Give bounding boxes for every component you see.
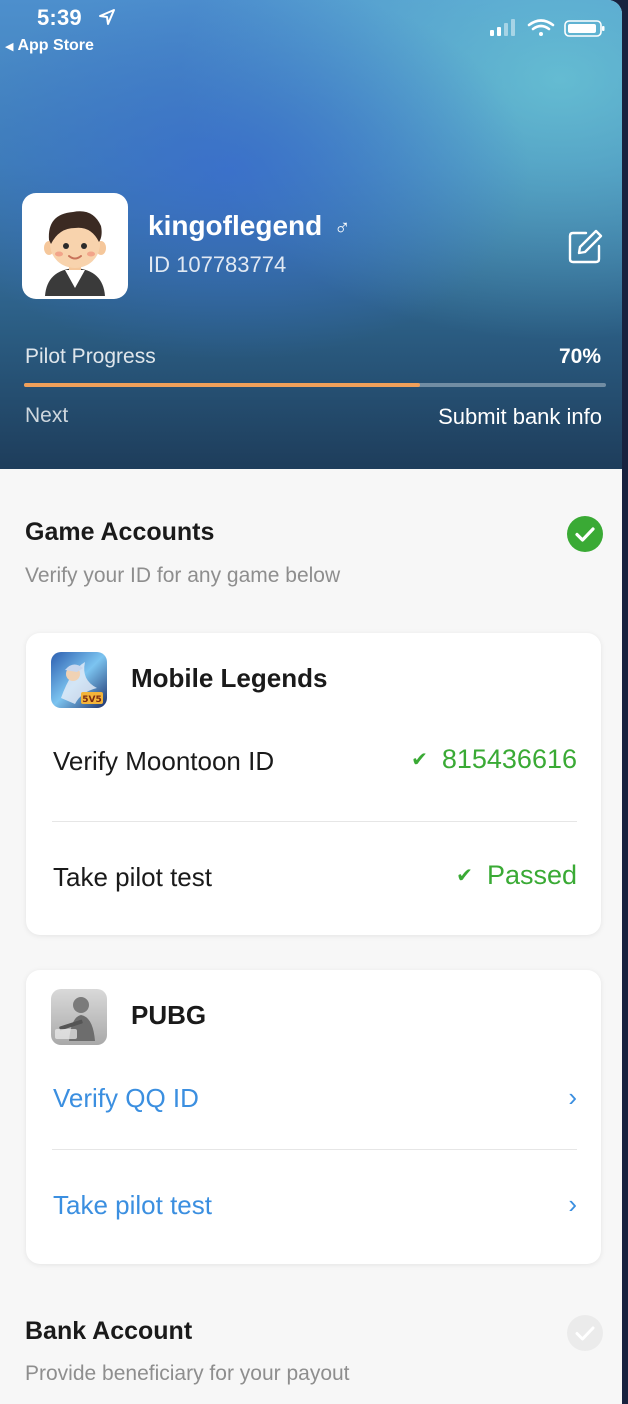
pilot-test-label: Take pilot test bbox=[53, 862, 212, 892]
chevron-right-icon: › bbox=[568, 1189, 577, 1219]
chevron-right-icon: › bbox=[568, 1082, 577, 1112]
profile-header: 5:39 ◀ App Store kingoflegend ♂ ID 10778… bbox=[0, 0, 622, 469]
moontoon-id-value: ✔ 815436616 bbox=[411, 744, 577, 775]
mobile-legends-card: 5V5 Mobile Legends Verify Moontoon ID ✔ … bbox=[26, 633, 601, 935]
game-name: PUBG bbox=[131, 1000, 207, 1030]
game-name: Mobile Legends bbox=[131, 663, 328, 693]
bank-account-subtitle: Provide beneficiary for your payout bbox=[25, 1362, 350, 1385]
game-accounts-title: Game Accounts bbox=[25, 518, 215, 546]
pilot-progress-fill bbox=[24, 383, 420, 387]
game-accounts-subtitle: Verify your ID for any game below bbox=[25, 564, 341, 587]
male-icon: ♂ bbox=[334, 215, 351, 240]
back-app-label: App Store bbox=[17, 37, 94, 54]
app-screen: 5:39 ◀ App Store kingoflegend ♂ ID 10778… bbox=[0, 0, 622, 1404]
pubg-icon bbox=[51, 989, 107, 1045]
avatar[interactable] bbox=[22, 193, 128, 299]
location-arrow-icon bbox=[99, 9, 115, 25]
back-triangle-icon: ◀ bbox=[5, 41, 14, 53]
take-pilot-test-row[interactable]: Take pilot test › bbox=[26, 1166, 601, 1246]
verify-qq-id-row[interactable]: Verify QQ ID › bbox=[26, 1060, 601, 1140]
game-accounts-complete-icon bbox=[567, 516, 603, 552]
check-icon: ✔ bbox=[456, 865, 473, 887]
svg-text:5V5: 5V5 bbox=[82, 695, 102, 705]
pilot-progress-bar bbox=[24, 383, 606, 387]
back-to-app-store-link[interactable]: ◀ App Store bbox=[5, 37, 94, 55]
pilot-test-status: ✔ Passed bbox=[456, 860, 577, 891]
signal-icon bbox=[490, 19, 515, 36]
next-step-value[interactable]: Submit bank info bbox=[438, 404, 602, 430]
verify-moontoon-label: Verify Moontoon ID bbox=[53, 746, 275, 776]
pilot-progress-label: Pilot Progress bbox=[25, 345, 156, 368]
next-step-label: Next bbox=[25, 404, 69, 427]
divider bbox=[52, 1149, 577, 1150]
pubg-card: PUBG Verify QQ ID › Take pilot test › bbox=[26, 970, 601, 1264]
username: kingoflegend bbox=[148, 210, 323, 241]
user-id: ID 107783774 bbox=[148, 252, 287, 277]
mobile-legends-icon: 5V5 bbox=[51, 652, 107, 708]
check-icon: ✔ bbox=[411, 749, 428, 771]
pilot-progress-value: 70% bbox=[558, 345, 601, 368]
divider bbox=[52, 821, 577, 822]
bank-account-title: Bank Account bbox=[25, 1317, 193, 1345]
verify-qq-id-label: Verify QQ ID bbox=[53, 1083, 199, 1113]
edit-profile-icon[interactable] bbox=[566, 228, 604, 266]
wifi-icon bbox=[527, 19, 555, 36]
cartoon-avatar-icon bbox=[44, 211, 106, 296]
status-time: 5:39 bbox=[37, 5, 82, 30]
moontoon-id-text: 815436616 bbox=[441, 744, 577, 774]
pilot-test-status-text: Passed bbox=[486, 860, 577, 890]
battery-icon bbox=[564, 20, 605, 37]
bank-account-incomplete-icon bbox=[567, 1315, 603, 1351]
status-icons bbox=[490, 19, 605, 37]
take-pilot-test-label: Take pilot test bbox=[53, 1190, 212, 1220]
